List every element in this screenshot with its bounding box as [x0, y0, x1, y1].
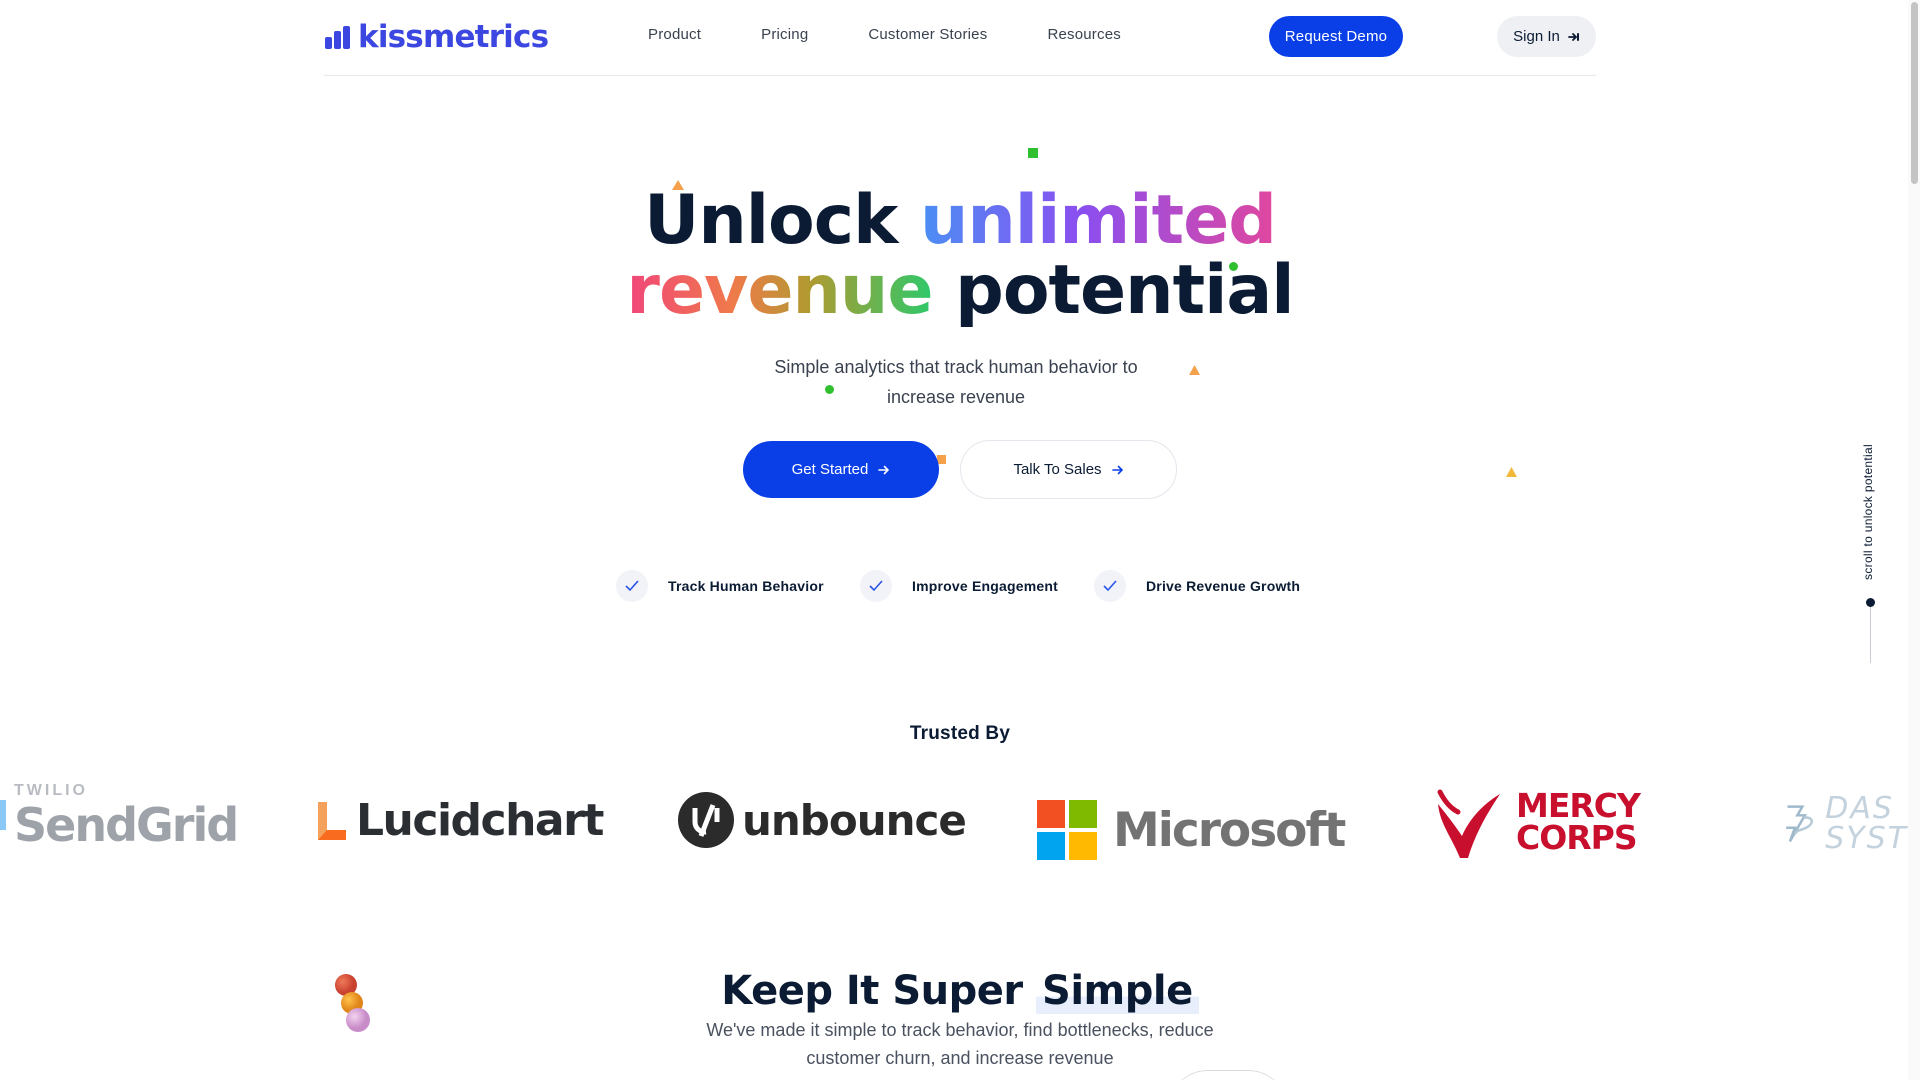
- nav-link-pricing[interactable]: Pricing: [761, 26, 808, 43]
- scroll-hint: scroll to unlock potential: [1860, 432, 1876, 592]
- checkmark-icon: [616, 570, 648, 602]
- keep-it-simple-heading-b: Simple: [1036, 968, 1199, 1014]
- sendgrid-logo-top: TWILIO: [14, 782, 88, 799]
- scrollbar-thumb[interactable]: [1911, 2, 1918, 184]
- keep-it-simple-subtitle: We've made it simple to track behavior, …: [706, 1020, 1214, 1068]
- sendgrid-accent: [0, 800, 6, 830]
- trusted-by-heading: Trusted By: [909, 723, 1011, 744]
- feature-label: Track Human Behavior: [668, 578, 824, 594]
- sign-in-button[interactable]: Sign In: [1497, 16, 1596, 57]
- talk-to-sales-label: Talk To Sales: [1013, 461, 1102, 478]
- feature-item: Improve Engagement: [860, 570, 1058, 602]
- yellow-triangle-decoration: [1506, 467, 1517, 477]
- checkmark-icon: [860, 570, 892, 602]
- get-started-button[interactable]: Get Started: [743, 441, 939, 498]
- unbounce-mark-icon: [678, 792, 734, 848]
- sign-in-label: Sign In: [1513, 28, 1560, 45]
- talk-to-sales-button[interactable]: Talk To Sales: [960, 440, 1177, 499]
- microsoft-windows-icon: [1037, 800, 1097, 860]
- mercy-corps-logo: MERCY CORPS: [1434, 782, 1641, 862]
- microsoft-logo: Microsoft: [1037, 790, 1346, 870]
- arrow-right-icon: [1111, 465, 1123, 474]
- scroll-hint-text: scroll to unlock potential: [1861, 444, 1875, 580]
- checkmark-icon: [1094, 570, 1126, 602]
- logo-text: kissmetrics: [358, 19, 549, 55]
- hero-title-word-unlimited: unlimited: [919, 181, 1277, 260]
- nav-link-customer-stories[interactable]: Customer Stories: [868, 26, 987, 43]
- dassault-systemes-logo: DAS SYST: [1780, 784, 1908, 864]
- bar-chart-logo-icon: [325, 26, 350, 49]
- dassault-line-2: SYST: [1825, 821, 1908, 856]
- feature-label: Improve Engagement: [912, 578, 1058, 594]
- nav-link-product[interactable]: Product: [648, 26, 701, 43]
- keep-it-simple-heading: Keep It Super Simple: [0, 968, 1920, 1014]
- dassault-3ds-mark-icon: [1786, 805, 1814, 842]
- feature-item: Track Human Behavior: [616, 570, 824, 602]
- mercy-corps-mark-icon: [1437, 789, 1500, 858]
- hero-title-line-1: Unlock unlimited: [0, 186, 1920, 256]
- scroll-indicator-dot: [1866, 598, 1875, 607]
- keep-it-simple-heading-a: Keep It Super: [721, 968, 1023, 1014]
- hero-title-line-2: revenue potential: [0, 256, 1920, 326]
- mercy-corps-line-2: CORPS: [1516, 818, 1638, 857]
- unbounce-logo: unbounce: [678, 780, 967, 860]
- request-demo-button[interactable]: Request Demo: [1269, 16, 1403, 57]
- page-scrollbar[interactable]: [1908, 0, 1920, 1080]
- nav-link-resources[interactable]: Resources: [1047, 26, 1121, 43]
- hero-title-word-potential: potential: [955, 251, 1294, 330]
- unbounce-logo-text: unbounce: [742, 795, 967, 845]
- dassault-line-1: DAS: [1825, 791, 1894, 826]
- lucidchart-logo-text: Lucidchart: [356, 794, 604, 846]
- orange-triangle-decoration: [1189, 365, 1200, 375]
- kissmetrics-logo[interactable]: kissmetrics: [324, 19, 549, 55]
- sign-in-arrow-icon: [1567, 32, 1579, 41]
- sendgrid-logo: TWILIO SendGrid: [14, 782, 239, 863]
- lucidchart-mark-icon: [318, 802, 346, 840]
- green-dot-decoration: [1229, 262, 1238, 271]
- arrow-right-icon: [878, 465, 890, 474]
- sendgrid-logo-text: SendGrid: [14, 798, 239, 852]
- hero-subtitle: Simple analytics that track human behavi…: [774, 357, 1138, 407]
- green-square-decoration: [1028, 148, 1038, 158]
- microsoft-logo-text: Microsoft: [1113, 802, 1346, 858]
- top-navigation: kissmetrics Product Pricing Customer Sto…: [324, 0, 1596, 76]
- lucidchart-logo: Lucidchart: [318, 780, 604, 860]
- hero-title-word-revenue: revenue: [626, 251, 933, 330]
- hero-title-word-unlock: Unlock: [644, 181, 898, 260]
- feature-item: Drive Revenue Growth: [1094, 570, 1300, 602]
- get-started-label: Get Started: [791, 461, 869, 478]
- feature-label: Drive Revenue Growth: [1146, 578, 1301, 594]
- orange-triangle-decoration: [672, 180, 684, 190]
- scroll-indicator-line: [1870, 607, 1871, 663]
